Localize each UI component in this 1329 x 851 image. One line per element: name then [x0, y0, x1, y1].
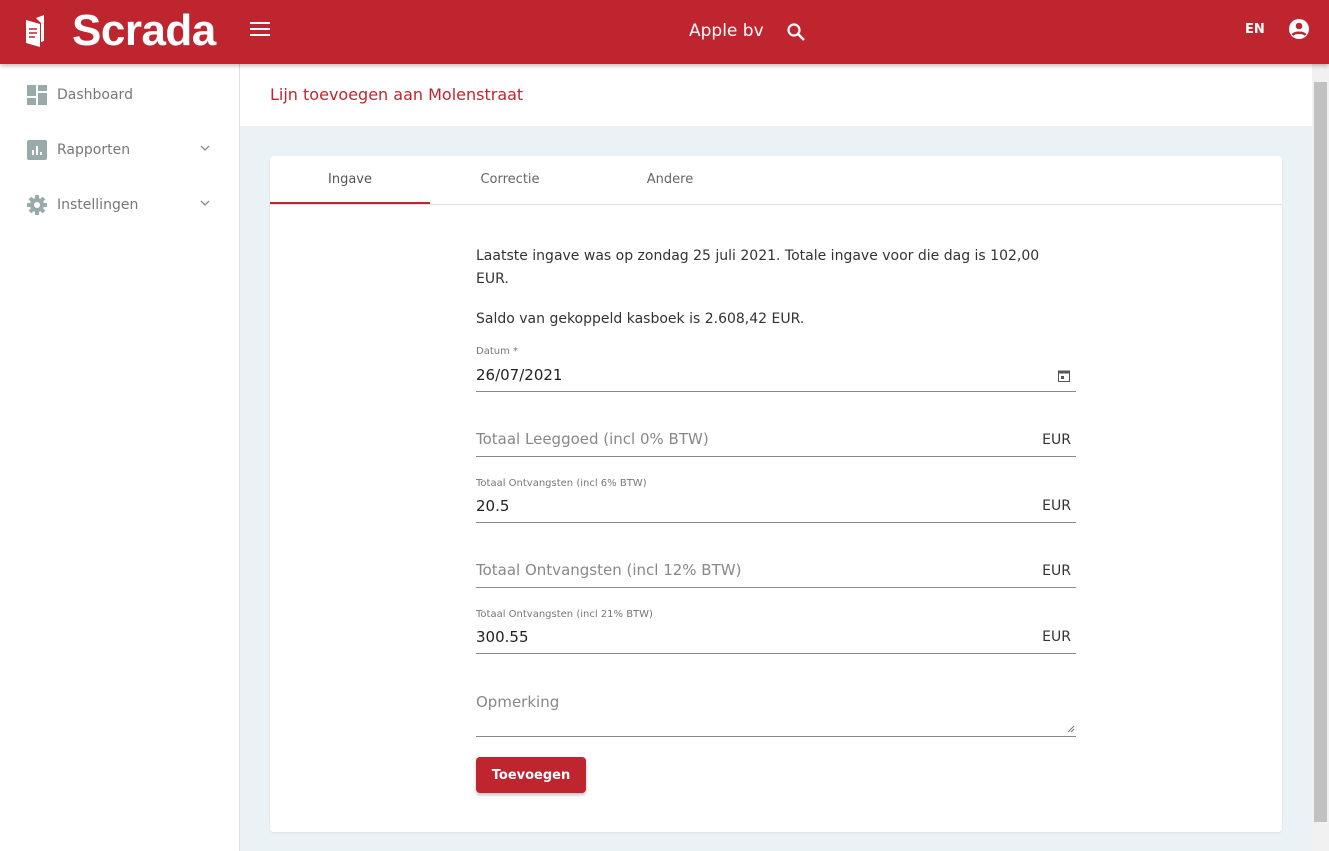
logo-icon [26, 15, 44, 47]
leeggoed-field[interactable]: Totaal Leeggoed (incl 0% BTW) EUR [476, 416, 1076, 457]
opmerking-textarea[interactable]: Opmerking [476, 678, 1076, 737]
datum-field[interactable]: Datum * 26/07/2021 [476, 342, 1076, 392]
language-selector[interactable]: EN [1245, 22, 1265, 37]
resize-handle-icon[interactable] [1067, 725, 1075, 733]
currency-suffix: EUR [1042, 498, 1071, 514]
currency-suffix: EUR [1042, 563, 1071, 579]
company-name[interactable]: Apple bv [689, 21, 764, 41]
currency-suffix: EUR [1042, 629, 1071, 645]
leeggoed-placeholder: Totaal Leeggoed (incl 0% BTW) [476, 430, 709, 448]
chevron-down-icon [200, 200, 210, 206]
top-bar: Scrada Apple bv EN [0, 0, 1329, 64]
ontvangsten-21-label: Totaal Ontvangsten (incl 21% BTW) [476, 609, 653, 620]
sidebar-item-rapporten[interactable]: Rapporten [0, 130, 240, 170]
page-header: Lijn toevoegen aan Molenstraat [240, 64, 1312, 126]
ontvangsten-6-field[interactable]: Totaal Ontvangsten (incl 6% BTW) 20.5 EU… [476, 474, 1076, 523]
tab-ingave[interactable]: Ingave [270, 156, 430, 204]
search-icon[interactable] [786, 22, 806, 42]
ontvangsten-12-field[interactable]: Totaal Ontvangsten (incl 12% BTW) EUR [476, 547, 1076, 588]
currency-suffix: EUR [1042, 432, 1071, 448]
ontvangsten-21-field[interactable]: Totaal Ontvangsten (incl 21% BTW) 300.55… [476, 605, 1076, 654]
sidebar-item-instellingen[interactable]: Instellingen [0, 185, 240, 225]
sidebar-item-dashboard[interactable]: Dashboard [0, 75, 240, 115]
sidebar: Dashboard Rapporten Instellingen [0, 64, 240, 851]
calendar-icon[interactable] [1058, 369, 1070, 382]
dashboard-icon [27, 85, 47, 105]
sidebar-item-label: Rapporten [57, 142, 131, 158]
account-icon[interactable] [1288, 18, 1310, 40]
bar-chart-icon [27, 140, 47, 160]
datum-label: Datum * [476, 346, 519, 357]
ontvangsten-6-label: Totaal Ontvangsten (incl 6% BTW) [476, 478, 647, 489]
gear-icon [27, 195, 47, 215]
ontvangsten-6-value: 20.5 [476, 497, 510, 515]
scrollbar-thumb[interactable] [1314, 82, 1327, 822]
opmerking-placeholder: Opmerking [476, 693, 560, 711]
ontvangsten-21-value: 300.55 [476, 628, 529, 646]
tab-bar: Ingave Correctie Andere [270, 156, 1282, 205]
ontvangsten-12-placeholder: Totaal Ontvangsten (incl 12% BTW) [476, 561, 742, 579]
form-card: Ingave Correctie Andere Laatste ingave w… [270, 156, 1282, 832]
last-entry-info: Laatste ingave was op zondag 25 juli 202… [476, 248, 1040, 287]
page-title: Lijn toevoegen aan Molenstraat [270, 85, 524, 104]
tab-andere[interactable]: Andere [590, 156, 750, 204]
toevoegen-button[interactable]: Toevoegen [476, 757, 586, 793]
sidebar-item-label: Instellingen [57, 197, 139, 213]
chevron-down-icon [200, 145, 210, 151]
logo-text: Scrada [72, 6, 216, 55]
balance-info: Saldo van gekoppeld kasboek is 2.608,42 … [476, 311, 805, 327]
datum-value: 26/07/2021 [476, 366, 563, 384]
menu-icon[interactable] [250, 22, 270, 36]
sidebar-item-label: Dashboard [57, 87, 133, 103]
tab-correctie[interactable]: Correctie [430, 156, 590, 204]
